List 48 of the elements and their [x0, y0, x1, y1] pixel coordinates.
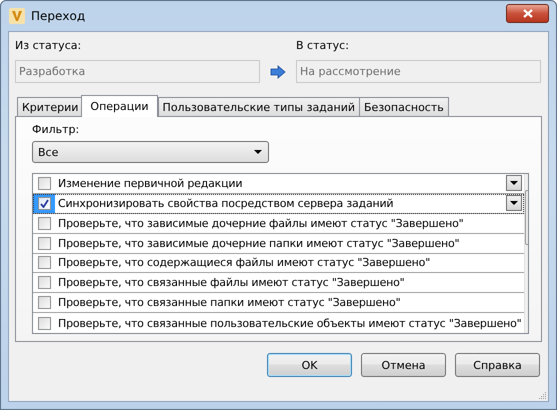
operation-label: Проверьте, что связанные файлы имеют статус "Завершено": [57, 276, 406, 290]
dropdown-arrow-icon: [510, 181, 518, 186]
dropdown-arrow-icon: [254, 150, 262, 154]
checkbox[interactable]: [38, 256, 50, 270]
checkbox[interactable]: [38, 216, 50, 230]
row-dropdown-button[interactable]: [506, 195, 522, 212]
operation-label: Изменение первичной редакции: [57, 176, 244, 190]
operation-row[interactable]: Изменение первичной редакции: [33, 174, 524, 194]
dialog-button[interactable]: Отмена: [361, 353, 446, 377]
dropdown-arrow-icon: [510, 201, 518, 206]
close-button[interactable]: [506, 4, 549, 22]
operation-row[interactable]: Проверьте, что связанные папки имеют статус "Завершено": [33, 293, 524, 314]
from-status-label: Из статуса:: [15, 39, 82, 52]
checkbox[interactable]: [38, 276, 50, 290]
dialog-button[interactable]: OK: [267, 353, 352, 377]
resize-grip-icon: [539, 392, 546, 399]
dropdown-value: Все: [38, 146, 58, 158]
operation-label: Проверьте, что зависимые дочерние файлы имеют статус "Завершено": [57, 216, 465, 230]
operation-row[interactable]: Проверьте, что зависимые дочерние файлы имеют статус "Завершено": [33, 214, 524, 234]
to-status-label: В статус:: [296, 39, 350, 52]
tab[interactable]: Безопасность: [359, 97, 449, 116]
operation-label: Синхронизировать свойства посредством сервера заданий: [57, 196, 394, 210]
filter-label: Фильтр:: [32, 123, 80, 136]
operation-label: Проверьте, что связанные пользовательские объекты имеют статус "Завершено": [57, 316, 522, 330]
row-dropdown-button[interactable]: [506, 175, 522, 192]
operation-row[interactable]: Проверьте, что связанные файлы имеют статус "Завершено": [33, 273, 524, 294]
operation-row[interactable]: Проверьте, что содержащиеся файлы имеют статус "Завершено": [33, 254, 524, 274]
operation-label: Проверьте, что содержащиеся файлы имеют статус "Завершено": [57, 256, 432, 270]
operation-row[interactable]: Синхронизировать свойства посредством сервера заданий: [33, 194, 524, 214]
checkmark-icon: [40, 198, 48, 208]
checkbox[interactable]: [38, 316, 50, 330]
operation-row[interactable]: Проверьте, что связанные пользовательские объекты имеют статус "Завершено": [33, 313, 524, 333]
dialog-button[interactable]: Справка: [455, 353, 540, 377]
tab[interactable]: Операции: [81, 95, 158, 117]
app-logo-icon: [9, 8, 25, 24]
window-title: Переход: [31, 9, 86, 23]
checkbox[interactable]: [38, 296, 50, 310]
checkbox[interactable]: [38, 196, 50, 210]
operation-row[interactable]: Проверьте, что зависимые дочерние папки имеют статус "Завершено": [33, 234, 524, 254]
filter-dropdown[interactable]: Все: [32, 141, 269, 163]
tab[interactable]: Пользовательские типы заданий: [158, 97, 360, 116]
operation-label: Проверьте, что связанные папки имеют статус "Завершено": [57, 296, 402, 310]
close-icon: [522, 8, 532, 18]
checkbox[interactable]: [38, 176, 50, 190]
operation-label: Проверьте, что зависимые дочерние папки имеют статус "Завершено": [57, 236, 460, 250]
arrow-right-icon: [270, 65, 286, 79]
checkbox[interactable]: [38, 236, 50, 250]
tab[interactable]: Критерии: [17, 97, 84, 116]
